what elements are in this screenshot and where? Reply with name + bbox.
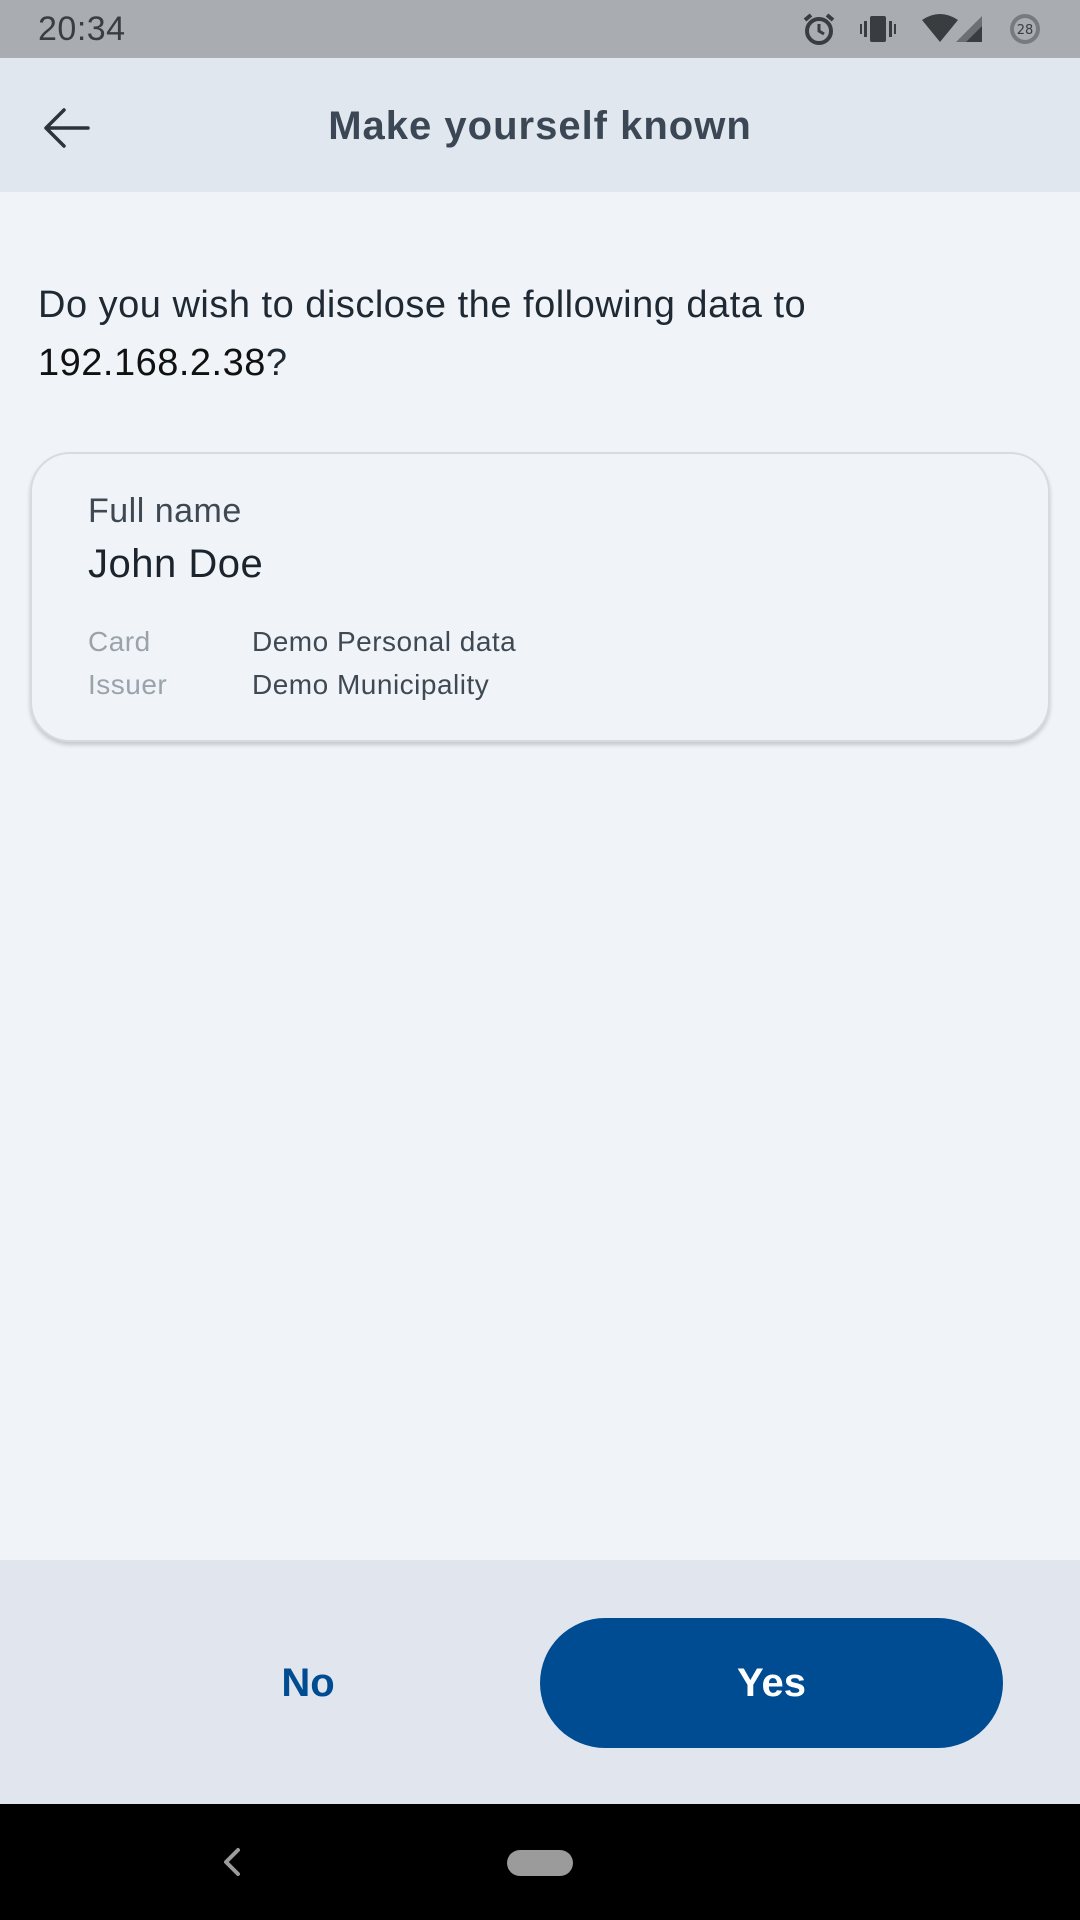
vibrate-icon [860,14,896,44]
attribute-label: Full name [88,492,242,530]
question-text: Do you wish to disclose the following da… [38,284,807,326]
action-bar: No Yes [0,1560,1080,1804]
issuer-key: Issuer [88,669,168,700]
yes-button[interactable]: Yes [540,1618,1003,1748]
no-button[interactable]: No [150,1618,466,1748]
issuer-value: Demo Municipality [252,669,490,700]
disclosure-question: Do you wish to disclose the following da… [38,276,1038,392]
status-icons: 28 [802,12,1042,46]
status-time: 20:34 [38,9,126,48]
status-bar: 20:34 28 [0,0,1080,58]
app-bar: Make yourself known [0,58,1080,192]
battery-icon: 28 [1008,12,1042,46]
attribute-card: Full name John Doe Card Demo Personal da… [30,452,1050,742]
nav-back-icon[interactable] [212,1842,252,1882]
battery-level: 28 [1017,23,1034,38]
system-nav-bar [0,1804,1080,1920]
card-value: Demo Personal data [252,626,517,657]
card-key: Card [88,626,151,657]
alarm-icon [802,12,836,46]
nav-home-pill[interactable] [507,1850,573,1876]
requestor-host: 192.168.2.38 [38,342,266,384]
attribute-value: John Doe [88,542,264,586]
question-mark: ? [265,342,288,384]
wifi-icon [920,14,984,44]
page-title: Make yourself known [328,104,752,148]
